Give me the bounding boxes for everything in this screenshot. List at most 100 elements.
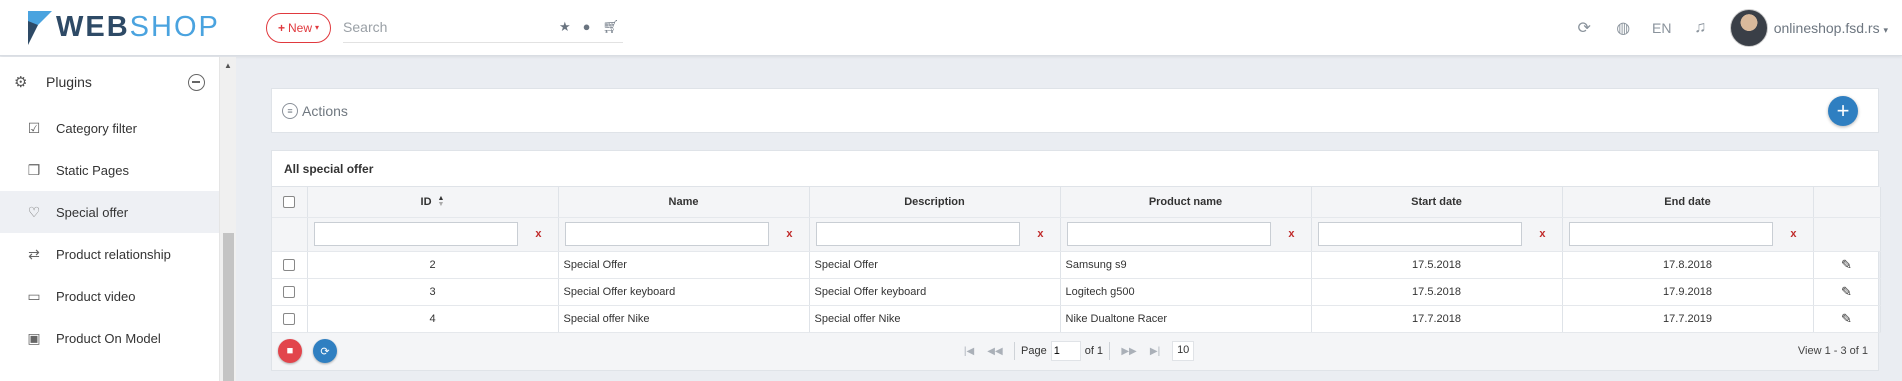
table-row[interactable]: 4 Special offer Nike Special offer Nike … xyxy=(272,305,1881,333)
cell-end-date: 17.7.2019 xyxy=(1562,305,1814,333)
clear-filter-product-name[interactable]: x xyxy=(1288,228,1294,240)
edit-icon[interactable]: ✎ xyxy=(1813,278,1881,306)
next-page-icon[interactable]: ▶▶ xyxy=(1116,346,1142,357)
row-checkbox[interactable] xyxy=(283,258,296,271)
filter-description-input[interactable] xyxy=(815,222,1020,246)
scroll-up-icon[interactable]: ▲ xyxy=(224,61,232,70)
clear-filter-end-date[interactable]: x xyxy=(1790,228,1796,240)
filter-row: x x x x x x xyxy=(272,217,1881,252)
cell-name: Special offer Nike xyxy=(558,305,810,333)
filter-product-name-input[interactable] xyxy=(1066,222,1271,246)
video-icon: ▭ xyxy=(27,287,41,304)
search-input[interactable] xyxy=(343,19,560,35)
column-header-actions xyxy=(1813,187,1881,218)
avatar[interactable] xyxy=(1729,8,1768,47)
page-size-select[interactable]: 10 xyxy=(1172,341,1195,361)
refresh-icon[interactable]: ⟳ xyxy=(1565,18,1604,38)
cell-id: 2 xyxy=(307,251,559,279)
cell-product-name: Samsung s9 xyxy=(1060,251,1312,279)
image-icon: ▣ xyxy=(27,329,41,346)
pagination: |◀ ◀◀ Page of 1 ▶▶ ▶| 10 xyxy=(956,333,1195,370)
sidebar-item-product-video[interactable]: ▭ Product video xyxy=(0,275,219,317)
logo[interactable]: WEBSHOP xyxy=(26,9,266,47)
account-menu[interactable]: onlineshop.fsd.rs ▾ xyxy=(1774,20,1888,36)
reload-button[interactable]: ⟳ xyxy=(313,339,337,363)
column-header-name[interactable]: Name xyxy=(558,187,810,218)
table-row[interactable]: 3 Special Offer keyboard Special Offer k… xyxy=(272,278,1881,306)
globe-icon[interactable]: ◍ xyxy=(1604,18,1643,38)
cell-description: Special offer Nike xyxy=(809,305,1061,333)
sidebar-item-static-pages[interactable]: ❒ Static Pages xyxy=(0,149,219,191)
column-header-end-date[interactable]: End date xyxy=(1562,187,1814,218)
bell-icon[interactable]: ♫ xyxy=(1681,19,1720,37)
add-button[interactable]: + xyxy=(1828,96,1858,126)
filter-start-date-input[interactable] xyxy=(1317,222,1522,246)
special-offer-grid: All special offer ID ▲ ▼ Name Description … xyxy=(271,150,1881,371)
pager: ■ ⟳ |◀ ◀◀ Page of 1 ▶▶ ▶| 10 View 1 - 3 … xyxy=(272,332,1878,370)
search-bar: ★ ● 🛒︎ xyxy=(343,13,624,43)
refresh-icon: ⟳ xyxy=(320,345,330,358)
new-button-label: New xyxy=(288,20,313,35)
sidebar-item-product-relationship[interactable]: ⇄ Product relationship xyxy=(0,233,219,275)
sidebar-group-plugins[interactable]: ⚙ Plugins xyxy=(0,57,219,107)
page-input[interactable] xyxy=(1050,341,1081,361)
language-selector[interactable]: EN xyxy=(1643,20,1681,36)
clear-filter-id[interactable]: x xyxy=(535,228,541,240)
sidebar-item-special-offer[interactable]: ♡ Special offer xyxy=(0,191,219,233)
chevron-down-icon: ▾ xyxy=(1883,24,1888,35)
edit-icon[interactable]: ✎ xyxy=(1813,305,1881,333)
select-all-checkbox[interactable] xyxy=(283,195,296,208)
cell-end-date: 17.9.2018 xyxy=(1562,278,1814,306)
star-icon[interactable]: ★ xyxy=(559,19,571,35)
cell-start-date: 17.7.2018 xyxy=(1311,305,1563,333)
heart-icon: ♡ xyxy=(27,203,41,220)
cell-end-date: 17.8.2018 xyxy=(1562,251,1814,279)
plugins-icon: ⚙ xyxy=(14,74,28,91)
records-info: View 1 - 3 of 1 xyxy=(1797,344,1868,357)
cell-name: Special Offer xyxy=(558,251,810,279)
sidebar-item-product-on-model[interactable]: ▣ Product On Model xyxy=(0,317,219,359)
trash-icon: ■ xyxy=(286,345,294,357)
table-row[interactable]: 2 Special Offer Special Offer Samsung s9… xyxy=(272,251,1881,279)
filter-name-input[interactable] xyxy=(564,222,769,246)
list-icon: ≡ xyxy=(282,102,298,119)
sidebar-scrollbar[interactable]: ▲ xyxy=(219,57,236,381)
collapse-icon[interactable] xyxy=(188,73,205,91)
last-page-icon[interactable]: ▶| xyxy=(1142,346,1168,357)
filter-id-input[interactable] xyxy=(313,222,518,246)
actions-panel: ≡ Actions + xyxy=(271,88,1879,133)
column-header-start-date[interactable]: Start date xyxy=(1311,187,1563,218)
column-header-id[interactable]: ID ▲ ▼ xyxy=(307,187,559,218)
shuffle-icon: ⇄ xyxy=(28,245,40,262)
column-header-product-name[interactable]: Product name xyxy=(1060,187,1312,218)
cart-icon[interactable]: 🛒︎ xyxy=(603,19,620,35)
row-checkbox[interactable] xyxy=(283,285,296,298)
edit-icon[interactable]: ✎ xyxy=(1813,251,1881,279)
sort-icon[interactable]: ▲ ▼ xyxy=(438,195,445,208)
delete-button[interactable]: ■ xyxy=(278,339,302,363)
sidebar-item-category-filter[interactable]: ☑ Category filter xyxy=(0,107,219,149)
new-button[interactable]: + New ▾ xyxy=(266,12,332,43)
cell-start-date: 17.5.2018 xyxy=(1311,251,1563,279)
data-table: ID ▲ ▼ Name Description Product name Start… xyxy=(272,187,1881,333)
grid-caption: All special offer xyxy=(272,151,1878,187)
row-checkbox[interactable] xyxy=(283,312,296,325)
bookmark-icon: ❒ xyxy=(27,161,41,178)
checkbox-icon: ☑ xyxy=(27,119,41,136)
sidebar: ⚙ Plugins ☑ Category filter ❒ Static Pag… xyxy=(0,57,219,381)
plus-icon: + xyxy=(278,20,286,35)
cell-id: 4 xyxy=(307,305,559,333)
clear-filter-description[interactable]: x xyxy=(1037,228,1043,240)
chevron-down-icon: ▾ xyxy=(315,23,320,32)
cell-description: Special Offer keyboard xyxy=(809,278,1061,306)
cell-product-name: Logitech g500 xyxy=(1060,278,1312,306)
clear-filter-name[interactable]: x xyxy=(786,228,792,240)
first-page-icon[interactable]: |◀ xyxy=(956,346,982,357)
column-header-description[interactable]: Description xyxy=(809,187,1061,218)
clear-filter-start-date[interactable]: x xyxy=(1539,228,1545,240)
user-icon[interactable]: ● xyxy=(583,19,591,35)
scrollbar-thumb[interactable] xyxy=(223,233,234,381)
prev-page-icon[interactable]: ◀◀ xyxy=(982,346,1008,357)
filter-end-date-input[interactable] xyxy=(1568,222,1773,246)
sidebar-group-label: Plugins xyxy=(46,74,92,90)
